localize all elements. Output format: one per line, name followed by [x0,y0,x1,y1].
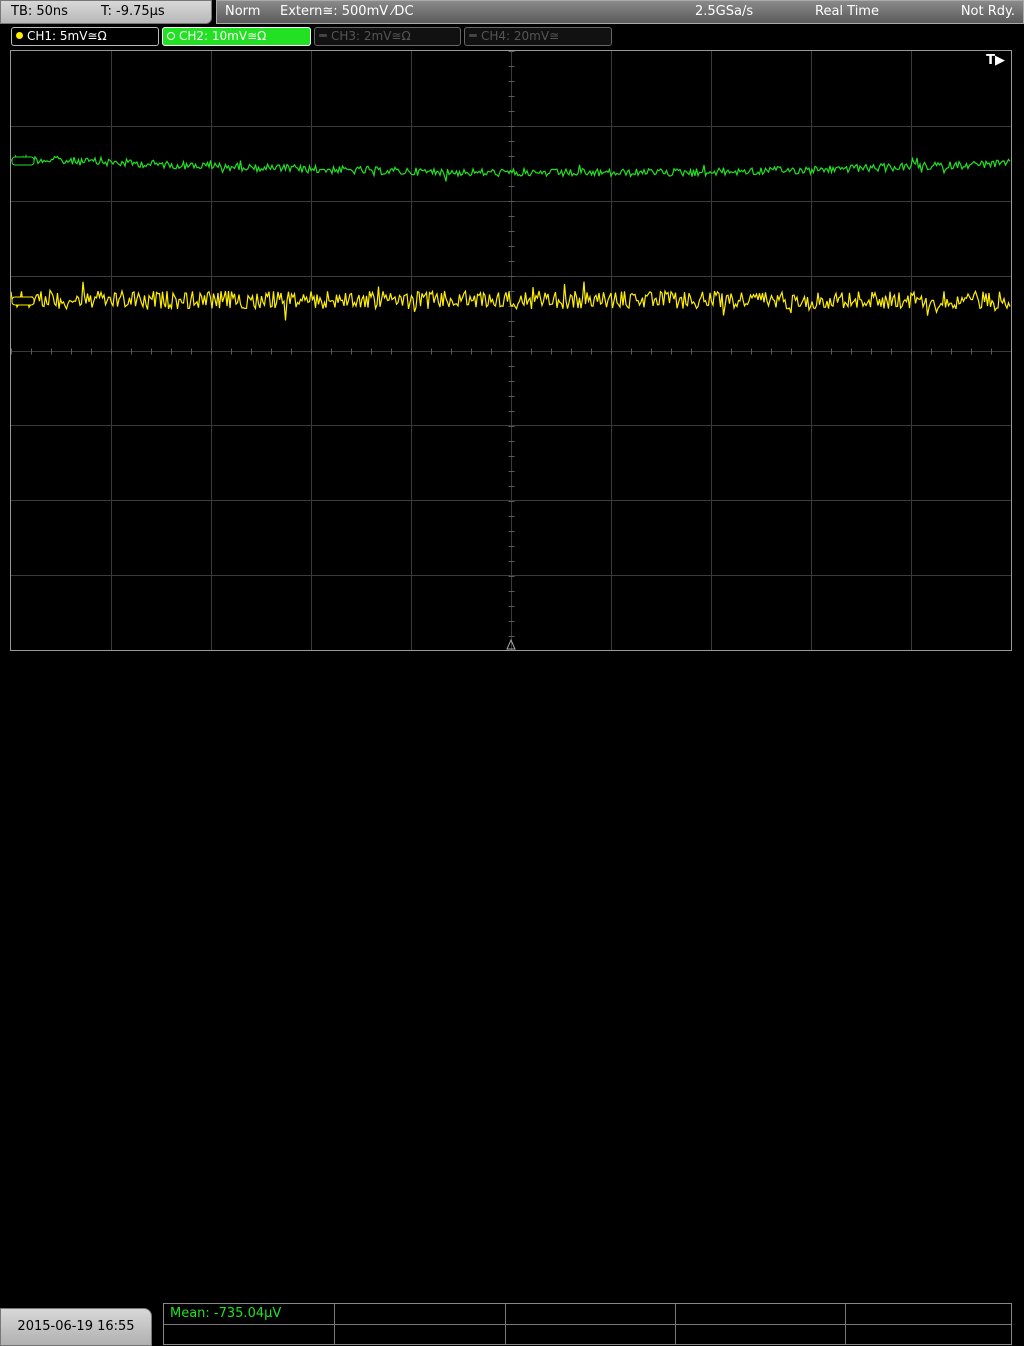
channel-1-waveform [11,281,1011,321]
channel-1-button[interactable]: CH1: 5mV≅Ω [11,27,159,46]
top-bar: TB: 50ns T: -9.75µs Norm Extern≅: 500mV … [0,0,1024,25]
channel-dash-icon [319,34,327,37]
waveform-canvas [11,51,1011,650]
trigger-mode: Norm [225,4,261,19]
channel-4-button[interactable]: CH4: 20mV≅ [464,27,612,46]
bottom-bar: 2015-06-19 16:55 Mean: -735.04µV [0,651,1024,1346]
channel-2-label: CH2: 10mV≅Ω [179,29,267,43]
datetime-display: 2015-06-19 16:55 [0,1308,152,1346]
channel-4-label: CH4: 20mV≅ [481,29,560,43]
channel-3-label: CH3: 2mV≅Ω [331,29,411,43]
acquisition-state: Not Rdy. [960,4,1015,19]
sample-rate: 2.5GSa/s [695,4,754,19]
timebase-box[interactable]: TB: 50ns T: -9.75µs [0,0,212,24]
channel-2-waveform [11,153,1011,182]
channel-2-offset-marker[interactable] [11,156,35,166]
measurement-divider [164,1324,1011,1325]
trigger-time-label: T: -9.75µs [101,4,165,19]
channel-1-offset-marker[interactable] [11,296,35,306]
channel-dot-icon [167,31,175,40]
channel-dot-icon [16,32,23,39]
waveform-display[interactable]: T▶ [10,50,1012,651]
channel-1-label: CH1: 5mV≅Ω [27,29,107,43]
channel-3-button[interactable]: CH3: 2mV≅Ω [314,27,461,46]
measurement-panel[interactable]: Mean: -735.04µV [163,1303,1012,1345]
channel-dash-icon [469,34,477,37]
status-bar[interactable]: Norm Extern≅: 500mV ⁄DC 2.5GSa/s Real Ti… [216,0,1024,24]
acquisition-mode: Real Time [815,4,879,19]
channel-bar: CH1: 5mV≅Ω CH2: 10mV≅Ω CH3: 2mV≅Ω CH4: 2… [0,25,1024,49]
trigger-source: Extern≅: 500mV ⁄DC [280,4,414,19]
timebase-label: TB: 50ns [11,4,68,19]
trigger-arrow-icon[interactable]: T▶ [986,53,1005,68]
mean-measurement: Mean: -735.04µV [170,1306,282,1321]
channel-2-button[interactable]: CH2: 10mV≅Ω [162,27,311,46]
